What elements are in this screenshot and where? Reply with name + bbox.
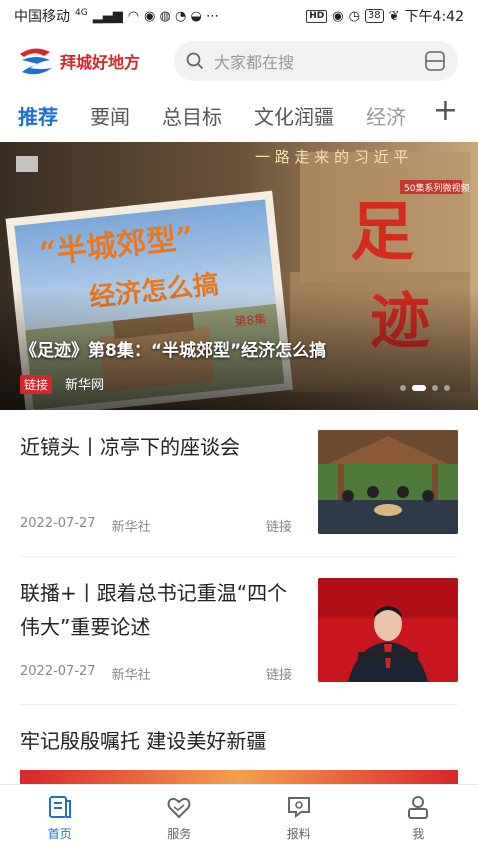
carousel-dot-active [412, 385, 426, 391]
news-image-strip [20, 770, 458, 784]
tab-culture[interactable]: 文化润疆 [254, 101, 334, 130]
carousel-dot [400, 385, 406, 391]
news-title: 联播+丨跟着总书记重温“四个伟大”重要论述 [20, 581, 288, 639]
news-source: 新华社 [111, 520, 151, 535]
app-name: 拜城好地方 [60, 53, 141, 72]
tab-economy[interactable]: 经济 [366, 101, 406, 130]
link-badge: 链接 [20, 375, 53, 394]
network-label: 4G [75, 7, 88, 18]
news-item[interactable]: 近镜头丨凉亭下的座谈会 2022-07-27 新华社 链接 [20, 430, 458, 540]
banner-tag: 链接 [20, 374, 53, 394]
search-icon [186, 52, 204, 70]
wifi-icon: ◠ [127, 8, 140, 24]
home-icon [48, 796, 71, 818]
nav-me-label: 我 [412, 827, 425, 841]
news-meta: 2022-07-27 新华社 [20, 664, 151, 683]
eye-icon: ◉ [332, 8, 344, 24]
carrier-label: 中国移动 [14, 9, 70, 25]
carousel-indicator [400, 385, 450, 391]
news-item[interactable]: 联播+丨跟着总书记重温“四个伟大”重要论述 2022-07-27 新华社 链接 [20, 576, 458, 686]
bottom-nav: 首页 服务 报料 我 [0, 784, 478, 850]
nav-home-label: 首页 [47, 827, 72, 841]
carousel-dot [432, 385, 438, 391]
carousel-dot [444, 385, 450, 391]
tab-news[interactable]: 要闻 [90, 101, 130, 130]
hero-banner[interactable]: 一 路 走 来 的 习 近 平 足 迹 50集系列微视频 “半城郊型” 经济怎么… [0, 142, 478, 410]
divider [20, 704, 458, 705]
banner-caption: 《足迹》第8集：“半城郊型”经济怎么搞 [20, 341, 327, 361]
signal-icon: ▂▄▆ [92, 8, 123, 24]
news-source: 新华社 [111, 668, 151, 683]
user-icon [408, 796, 429, 819]
hd-icon: HD [306, 9, 328, 23]
alarm-icon: ◷ [348, 8, 360, 24]
heart-hands-icon [167, 797, 191, 819]
notification-icons: ◉ ◍ ◔ ◒ ⋯ [144, 8, 219, 24]
status-bar: 中国移动 4G ▂▄▆ ◠ ◉ ◍ ◔ ◒ ⋯ HD ◉ ◷ 38 ❦ 下午4:… [0, 0, 478, 32]
divider [20, 556, 458, 557]
news-date: 2022-07-27 [20, 664, 96, 679]
battery-icon: 38 [364, 9, 384, 23]
message-at-icon [287, 797, 310, 819]
tab-general-goal[interactable]: 总目标 [162, 101, 222, 130]
nav-me[interactable]: 我 [359, 785, 478, 850]
leaf-icon: ❦ [388, 8, 400, 24]
news-type: 链接 [265, 668, 292, 683]
nav-home[interactable]: 首页 [0, 785, 120, 850]
nav-report[interactable]: 报料 [239, 785, 359, 850]
news-date: 2022-07-27 [20, 516, 96, 531]
nav-service[interactable]: 服务 [120, 785, 240, 850]
news-thumbnail [318, 578, 458, 682]
news-thumbnail [318, 430, 458, 534]
banner-image: 一 路 走 来 的 习 近 平 足 迹 50集系列微视频 “半城郊型” 经济怎么… [0, 142, 478, 410]
banner-source: 新华网 [65, 378, 105, 393]
app-header: 拜城好地方 大家都在搜 [0, 38, 478, 84]
search-placeholder: 大家都在搜 [214, 53, 295, 72]
search-bar[interactable]: 大家都在搜 [174, 41, 458, 81]
nav-service-label: 服务 [167, 827, 192, 841]
app-logo[interactable]: 拜城好地方 [16, 46, 166, 76]
tab-recommend[interactable]: 推荐 [18, 101, 58, 130]
news-title: 牢记殷殷嘱托 建设美好新疆 [20, 729, 267, 753]
clock: 下午4:42 [404, 9, 464, 25]
add-channel-icon[interactable]: + [418, 96, 458, 126]
news-meta: 2022-07-27 新华社 [20, 516, 151, 535]
channel-tabs: 推荐 要闻 总目标 文化润疆 经济 + [0, 92, 478, 138]
news-type: 链接 [265, 520, 292, 535]
logo-icon [20, 48, 52, 75]
nav-report-label: 报料 [286, 827, 311, 841]
news-title: 近镜头丨凉亭下的座谈会 [20, 435, 240, 459]
scan-icon[interactable] [424, 50, 446, 72]
